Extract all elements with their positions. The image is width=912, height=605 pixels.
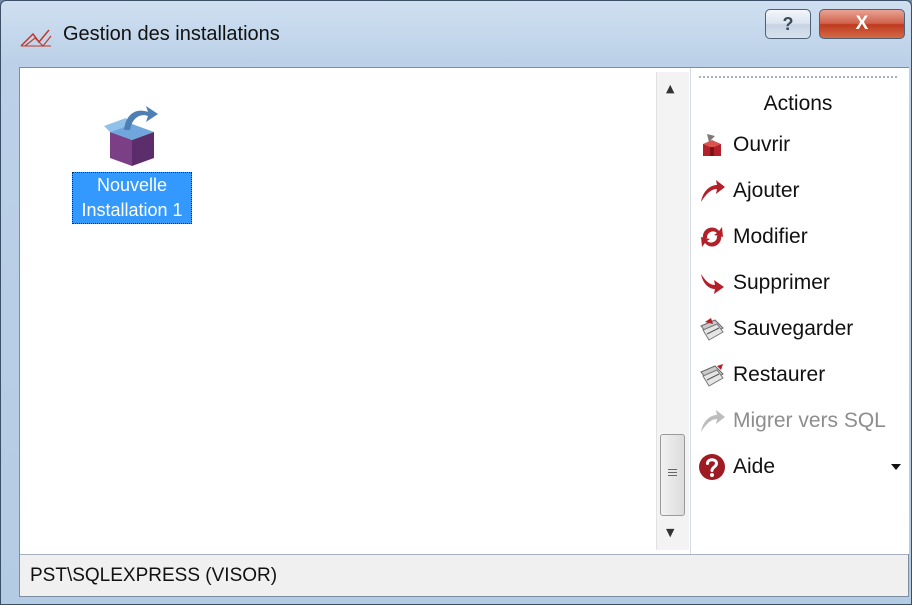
modify-arrows-icon (701, 227, 723, 247)
action-label: Modifier (733, 225, 808, 248)
migrate-arrow-icon (701, 410, 725, 432)
scroll-down-arrow-icon[interactable]: ▼ (666, 526, 674, 539)
action-modifier[interactable]: Modifier (697, 220, 808, 254)
help-button-label: ? (782, 13, 794, 34)
scrollbar-thumb[interactable] (660, 434, 685, 516)
actions-title: Actions (763, 92, 833, 115)
close-button[interactable]: X (819, 9, 905, 39)
panel-grip[interactable] (699, 76, 897, 78)
action-label: Sauvegarder (733, 317, 854, 340)
help-button[interactable]: ? (765, 9, 811, 39)
scroll-up-arrow-icon[interactable]: ▲ (666, 82, 674, 95)
vertical-scrollbar[interactable]: ▲ ▼ (656, 72, 689, 550)
action-sauvegarder[interactable]: Sauvegarder (697, 312, 853, 346)
action-label: Aide (733, 455, 776, 478)
package-box-icon (104, 106, 158, 166)
backup-icon (700, 318, 724, 341)
action-label: Supprimer (733, 271, 830, 294)
client-area: Nouvelle Installation 1 ▲ ▼ Actions Ouvr… (19, 67, 909, 597)
help-icon (699, 454, 725, 480)
title-bar[interactable]: Gestion des installations ? X (1, 1, 911, 63)
action-label: Restaurer (733, 363, 826, 386)
aide-dropdown-arrow-icon[interactable] (891, 464, 901, 470)
open-box-icon (703, 134, 721, 156)
action-migrer-vers-sql[interactable]: Migrer vers SQL (697, 404, 886, 438)
installation-item-label: Nouvelle Installation 1 (72, 172, 192, 224)
close-button-label: X (855, 13, 869, 34)
action-ajouter[interactable]: Ajouter (697, 174, 800, 208)
restore-icon (700, 364, 724, 387)
action-label: Ajouter (733, 179, 800, 202)
installations-list[interactable]: Nouvelle Installation 1 (24, 72, 656, 550)
actions-panel: Actions Ouvrir Ajouter Modifier Supprime… (690, 68, 909, 554)
application-window: Gestion des installations ? X Nouvelle I… (0, 0, 912, 605)
action-label: Ouvrir (733, 133, 791, 156)
action-label: Migrer vers SQL (733, 409, 886, 432)
action-aide[interactable]: Aide (697, 450, 775, 484)
window-title: Gestion des installations (63, 23, 280, 45)
action-ouvrir[interactable]: Ouvrir (697, 128, 790, 162)
status-text: PST\SQLEXPRESS (VISOR) (30, 564, 278, 586)
grip-icon (668, 469, 677, 478)
delete-arrow-icon (701, 274, 724, 294)
add-arrow-icon (701, 180, 725, 202)
status-bar: PST\SQLEXPRESS (VISOR) (20, 554, 908, 596)
app-logo-icon (20, 29, 52, 47)
action-supprimer[interactable]: Supprimer (697, 266, 830, 300)
action-restaurer[interactable]: Restaurer (697, 358, 825, 392)
installation-item[interactable]: Nouvelle Installation 1 (68, 100, 196, 224)
